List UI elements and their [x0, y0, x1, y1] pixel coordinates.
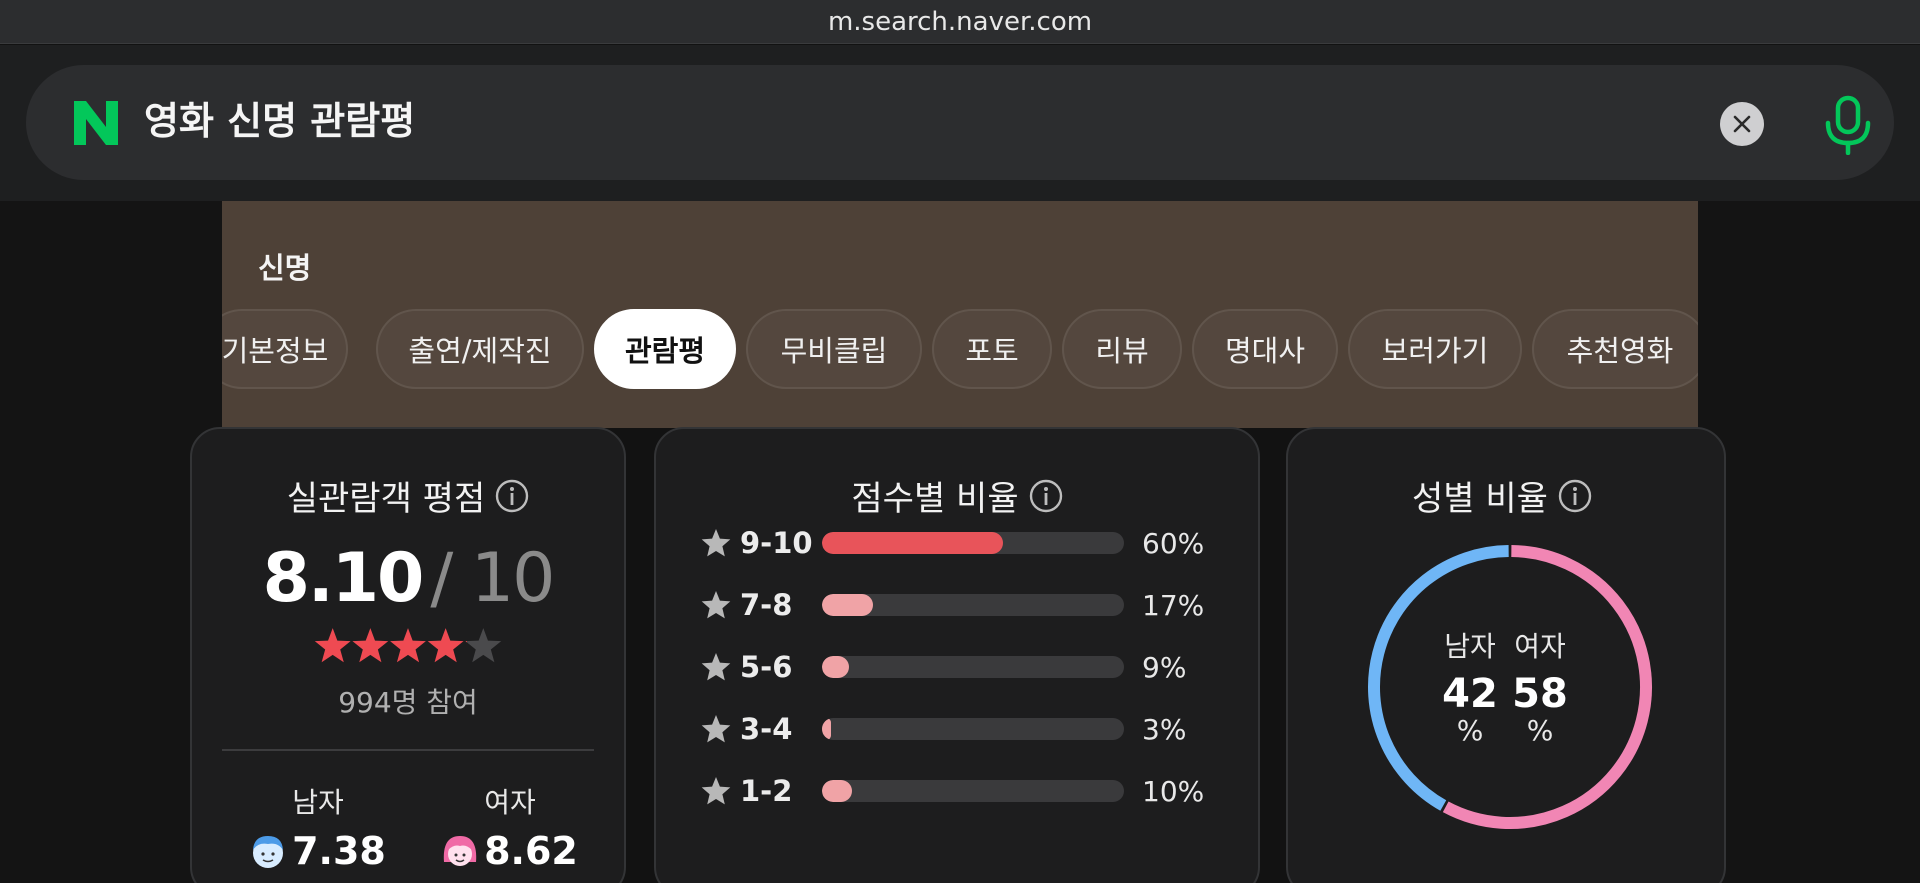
star-icon — [701, 653, 731, 681]
url-text: m.search.naver.com — [827, 6, 1093, 37]
star-icon — [701, 591, 731, 619]
score-max: / 10 — [430, 539, 555, 618]
close-icon — [1733, 115, 1751, 133]
female-label: 여자 — [484, 786, 536, 819]
score-range-label: 3-4 — [740, 712, 793, 746]
info-icon[interactable] — [1558, 479, 1592, 513]
score-value: 8.10 — [262, 539, 425, 618]
right-margin — [1698, 201, 1920, 883]
distribution-row: 1-2 10% — [700, 769, 1260, 813]
tab-recommended[interactable]: 추천영화 — [1532, 309, 1698, 389]
left-margin — [0, 201, 222, 883]
star-icon — [314, 628, 351, 663]
tab-photo[interactable]: 포토 — [932, 309, 1052, 389]
ratio-percent: 3% — [1142, 712, 1187, 746]
male-ratio-value: 42 — [1442, 671, 1498, 717]
male-ratio-label: 남자 — [1444, 630, 1496, 663]
male-score: 남자 7.38 — [238, 781, 398, 873]
male-ratio: 남자 42 % — [1430, 625, 1510, 745]
search-query-input[interactable]: 영화 신명 관람평 — [144, 93, 415, 149]
score-range-label: 1-2 — [740, 774, 793, 808]
gender-ratio-card: 성별 비율 남자 42 % 여자 58 % — [1286, 427, 1726, 883]
star-rating — [314, 628, 502, 663]
rating-card: 실관람객 평점 8.10/ 10 994명 참여 남자 7.38 여자 8.62 — [190, 427, 626, 883]
distribution-row: 3-4 3% — [700, 707, 1260, 751]
female-ratio-label: 여자 — [1514, 630, 1566, 663]
ratio-percent: 9% — [1142, 650, 1187, 684]
distribution-row: 5-6 9% — [700, 645, 1260, 689]
ratio-bar-track — [822, 594, 1124, 616]
ratio-bar-fill — [822, 718, 832, 740]
female-ratio: 여자 58 % — [1500, 625, 1580, 745]
tab-basic-info[interactable]: 기본정보 — [222, 309, 348, 389]
info-icon[interactable] — [1029, 479, 1063, 513]
ratio-bar-track — [822, 718, 1124, 740]
male-label: 남자 — [292, 786, 344, 819]
tab-cast-crew[interactable]: 출연/제작진 — [376, 309, 584, 389]
ratio-percent: 17% — [1142, 588, 1205, 622]
ratio-bar-track — [822, 656, 1124, 678]
male-score-value: 7.38 — [292, 829, 386, 873]
tab-bar: 기본정보 출연/제작진 관람평 무비클립 포토 리뷰 명대사 보러가기 추천영화 — [222, 309, 1698, 389]
clear-search-button[interactable] — [1720, 102, 1764, 146]
donut-labels: 남자 42 % 여자 58 % — [1362, 539, 1658, 835]
participant-count: 994명 참여 — [338, 686, 478, 719]
gender-card-title: 성별 비율 — [1282, 471, 1722, 520]
star-icon — [701, 777, 731, 805]
tab-watch[interactable]: 보러가기 — [1348, 309, 1522, 389]
male-face-icon — [253, 836, 284, 868]
ratio-bar-fill — [822, 594, 874, 616]
star-icon — [390, 628, 426, 663]
info-icon[interactable] — [495, 479, 529, 513]
score-distribution-card: 점수별 비율 9-10 60% 7-8 17% 5-6 9% 3-4 3% 1-2 10% — [654, 427, 1260, 883]
star-icon — [352, 628, 389, 663]
star-icon — [427, 628, 464, 663]
average-score: 8.10/ 10 — [192, 539, 624, 618]
movie-header: 신명 기본정보 출연/제작진 관람평 무비클립 포토 리뷰 명대사 보러가기 추… — [222, 201, 1698, 428]
score-range-label: 9-10 — [740, 526, 813, 560]
star-icon — [701, 715, 731, 743]
star-icon — [701, 529, 731, 557]
female-score: 여자 8.62 — [430, 781, 590, 873]
divider — [222, 749, 594, 751]
ratio-percent: 60% — [1142, 526, 1205, 560]
male-ratio-unit: % — [1456, 714, 1484, 747]
score-range-label: 5-6 — [740, 650, 793, 684]
tab-movie-clip[interactable]: 무비클립 — [746, 309, 922, 389]
microphone-icon[interactable] — [1821, 95, 1875, 155]
distribution-row: 7-8 17% — [700, 583, 1260, 627]
score-range-label: 7-8 — [740, 588, 793, 622]
browser-url-bar[interactable]: m.search.naver.com — [0, 0, 1920, 44]
ratio-bar-track — [822, 780, 1124, 802]
female-ratio-value: 58 — [1512, 671, 1568, 717]
naver-logo-icon[interactable] — [70, 99, 122, 147]
ratio-percent: 10% — [1142, 774, 1205, 808]
distribution-row: 9-10 60% — [700, 521, 1260, 565]
ratio-bar-fill — [822, 656, 850, 678]
rating-card-title: 실관람객 평점 — [192, 471, 624, 520]
movie-title[interactable]: 신명 — [258, 245, 311, 287]
ratio-bar-fill — [822, 532, 1004, 554]
distribution-card-title: 점수별 비율 — [656, 471, 1258, 520]
female-score-value: 8.62 — [484, 829, 578, 873]
search-header: 영화 신명 관람평 — [0, 45, 1920, 201]
search-box[interactable]: 영화 신명 관람평 — [26, 65, 1894, 180]
female-face-icon — [443, 836, 477, 866]
star-icon — [465, 628, 502, 663]
tab-review[interactable]: 리뷰 — [1062, 309, 1182, 389]
tab-quotes[interactable]: 명대사 — [1192, 309, 1338, 389]
ratio-bar-track — [822, 532, 1124, 554]
tab-reviews[interactable]: 관람평 — [594, 309, 736, 389]
female-ratio-unit: % — [1526, 714, 1554, 747]
ratio-bar-fill — [822, 780, 853, 802]
